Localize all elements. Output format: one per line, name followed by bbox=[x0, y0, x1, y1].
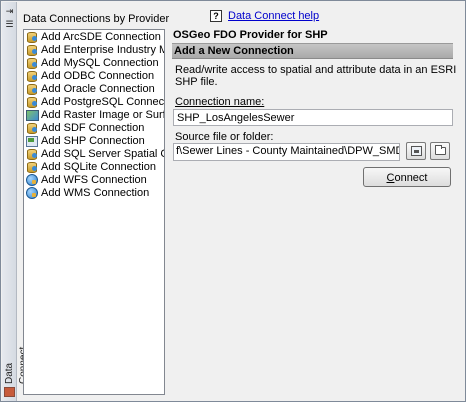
provider-description: Read/write access to spatial and attribu… bbox=[175, 64, 457, 88]
palette-title: Data Connect bbox=[4, 347, 29, 384]
provider-item-label: Add SQLite Connection bbox=[41, 160, 156, 173]
provider-item-arcsde[interactable]: Add ArcSDE Connection bbox=[24, 30, 164, 43]
provider-item-oracle[interactable]: Add Oracle Connection bbox=[24, 82, 164, 95]
properties-icon[interactable]: ☰ bbox=[4, 19, 15, 30]
provider-item-wfs[interactable]: Add WFS Connection bbox=[24, 173, 164, 186]
database-icon bbox=[26, 148, 38, 160]
provider-item-label: Add SDF Connection bbox=[41, 121, 145, 134]
browse-folder-button[interactable] bbox=[430, 142, 450, 160]
provider-item-label: Add Raster Image or Surface Co bbox=[41, 108, 164, 121]
provider-item-sdf[interactable]: Add SDF Connection bbox=[24, 121, 164, 134]
provider-item-label: Add SHP Connection bbox=[41, 134, 145, 147]
connection-name-input[interactable] bbox=[173, 109, 453, 126]
provider-item-odbc[interactable]: Add ODBC Connection bbox=[24, 69, 164, 82]
provider-item-label: Add WFS Connection bbox=[41, 173, 147, 186]
database-icon bbox=[26, 44, 38, 56]
help-icon[interactable]: ? bbox=[210, 10, 222, 22]
data-connect-help-link[interactable]: Data Connect help bbox=[228, 10, 319, 22]
provider-item-shp[interactable]: Add SHP Connection bbox=[24, 134, 164, 147]
shapefile-icon bbox=[26, 135, 38, 147]
database-icon bbox=[26, 31, 38, 43]
provider-item-label: Add ArcSDE Connection bbox=[41, 30, 161, 43]
connect-button-label: onnect bbox=[394, 172, 428, 184]
database-icon bbox=[26, 57, 38, 69]
provider-item-label: Add Enterprise Industry Model C bbox=[41, 43, 164, 56]
provider-list[interactable]: Add ArcSDE Connection Add Enterprise Ind… bbox=[23, 29, 165, 395]
provider-item-sqlite[interactable]: Add SQLite Connection bbox=[24, 160, 164, 173]
pin-icon[interactable]: ⇥ bbox=[4, 6, 15, 17]
globe-icon bbox=[26, 187, 38, 199]
provider-item-label: Add Oracle Connection bbox=[41, 82, 155, 95]
provider-item-label: Add MySQL Connection bbox=[41, 56, 159, 69]
provider-item-label: Add WMS Connection bbox=[41, 186, 150, 199]
provider-item-label: Add SQL Server Spatial Connect bbox=[41, 147, 164, 160]
provider-item-mysql[interactable]: Add MySQL Connection bbox=[24, 56, 164, 69]
source-file-input[interactable]: f\Sewer Lines - County Maintained\DPW_SM… bbox=[173, 143, 400, 161]
database-icon bbox=[26, 83, 38, 95]
palette-menu-icon[interactable] bbox=[4, 387, 15, 397]
connection-name-label: Connection name: bbox=[175, 96, 264, 108]
browse-file-button[interactable] bbox=[406, 142, 426, 160]
connection-name-label-text: Connection name: bbox=[175, 96, 265, 108]
provider-item-sql-server-spatial[interactable]: Add SQL Server Spatial Connect bbox=[24, 147, 164, 160]
folder-icon bbox=[435, 145, 446, 155]
globe-icon bbox=[26, 174, 38, 186]
database-icon bbox=[26, 122, 38, 134]
database-icon bbox=[26, 96, 38, 108]
database-icon bbox=[26, 70, 38, 82]
provider-item-postgresql[interactable]: Add PostgreSQL Connection bbox=[24, 95, 164, 108]
connect-button[interactable]: Connect bbox=[363, 167, 451, 187]
provider-item-label: Add PostgreSQL Connection bbox=[41, 95, 165, 108]
database-icon bbox=[26, 161, 38, 173]
palette-title-strip: ⇥ ☰ Data Connect bbox=[2, 2, 29, 401]
source-label: Source file or folder: bbox=[175, 131, 274, 143]
raster-icon bbox=[26, 109, 39, 121]
providers-header: Data Connections by Provider bbox=[23, 13, 170, 25]
provider-item-raster[interactable]: Add Raster Image or Surface Co bbox=[24, 108, 164, 121]
provider-item-wms[interactable]: Add WMS Connection bbox=[24, 186, 164, 199]
provider-item-enterprise-industry-model[interactable]: Add Enterprise Industry Model C bbox=[24, 43, 164, 56]
data-connect-palette: ⇥ ☰ Data Connect ? Data Connect help Dat… bbox=[0, 0, 466, 402]
section-header: Add a New Connection bbox=[172, 43, 453, 59]
file-icon bbox=[411, 146, 422, 156]
data-connect-panel: ? Data Connect help Data Connections by … bbox=[19, 5, 465, 399]
provider-item-label: Add ODBC Connection bbox=[41, 69, 155, 82]
provider-title: OSGeo FDO Provider for SHP bbox=[173, 29, 328, 41]
